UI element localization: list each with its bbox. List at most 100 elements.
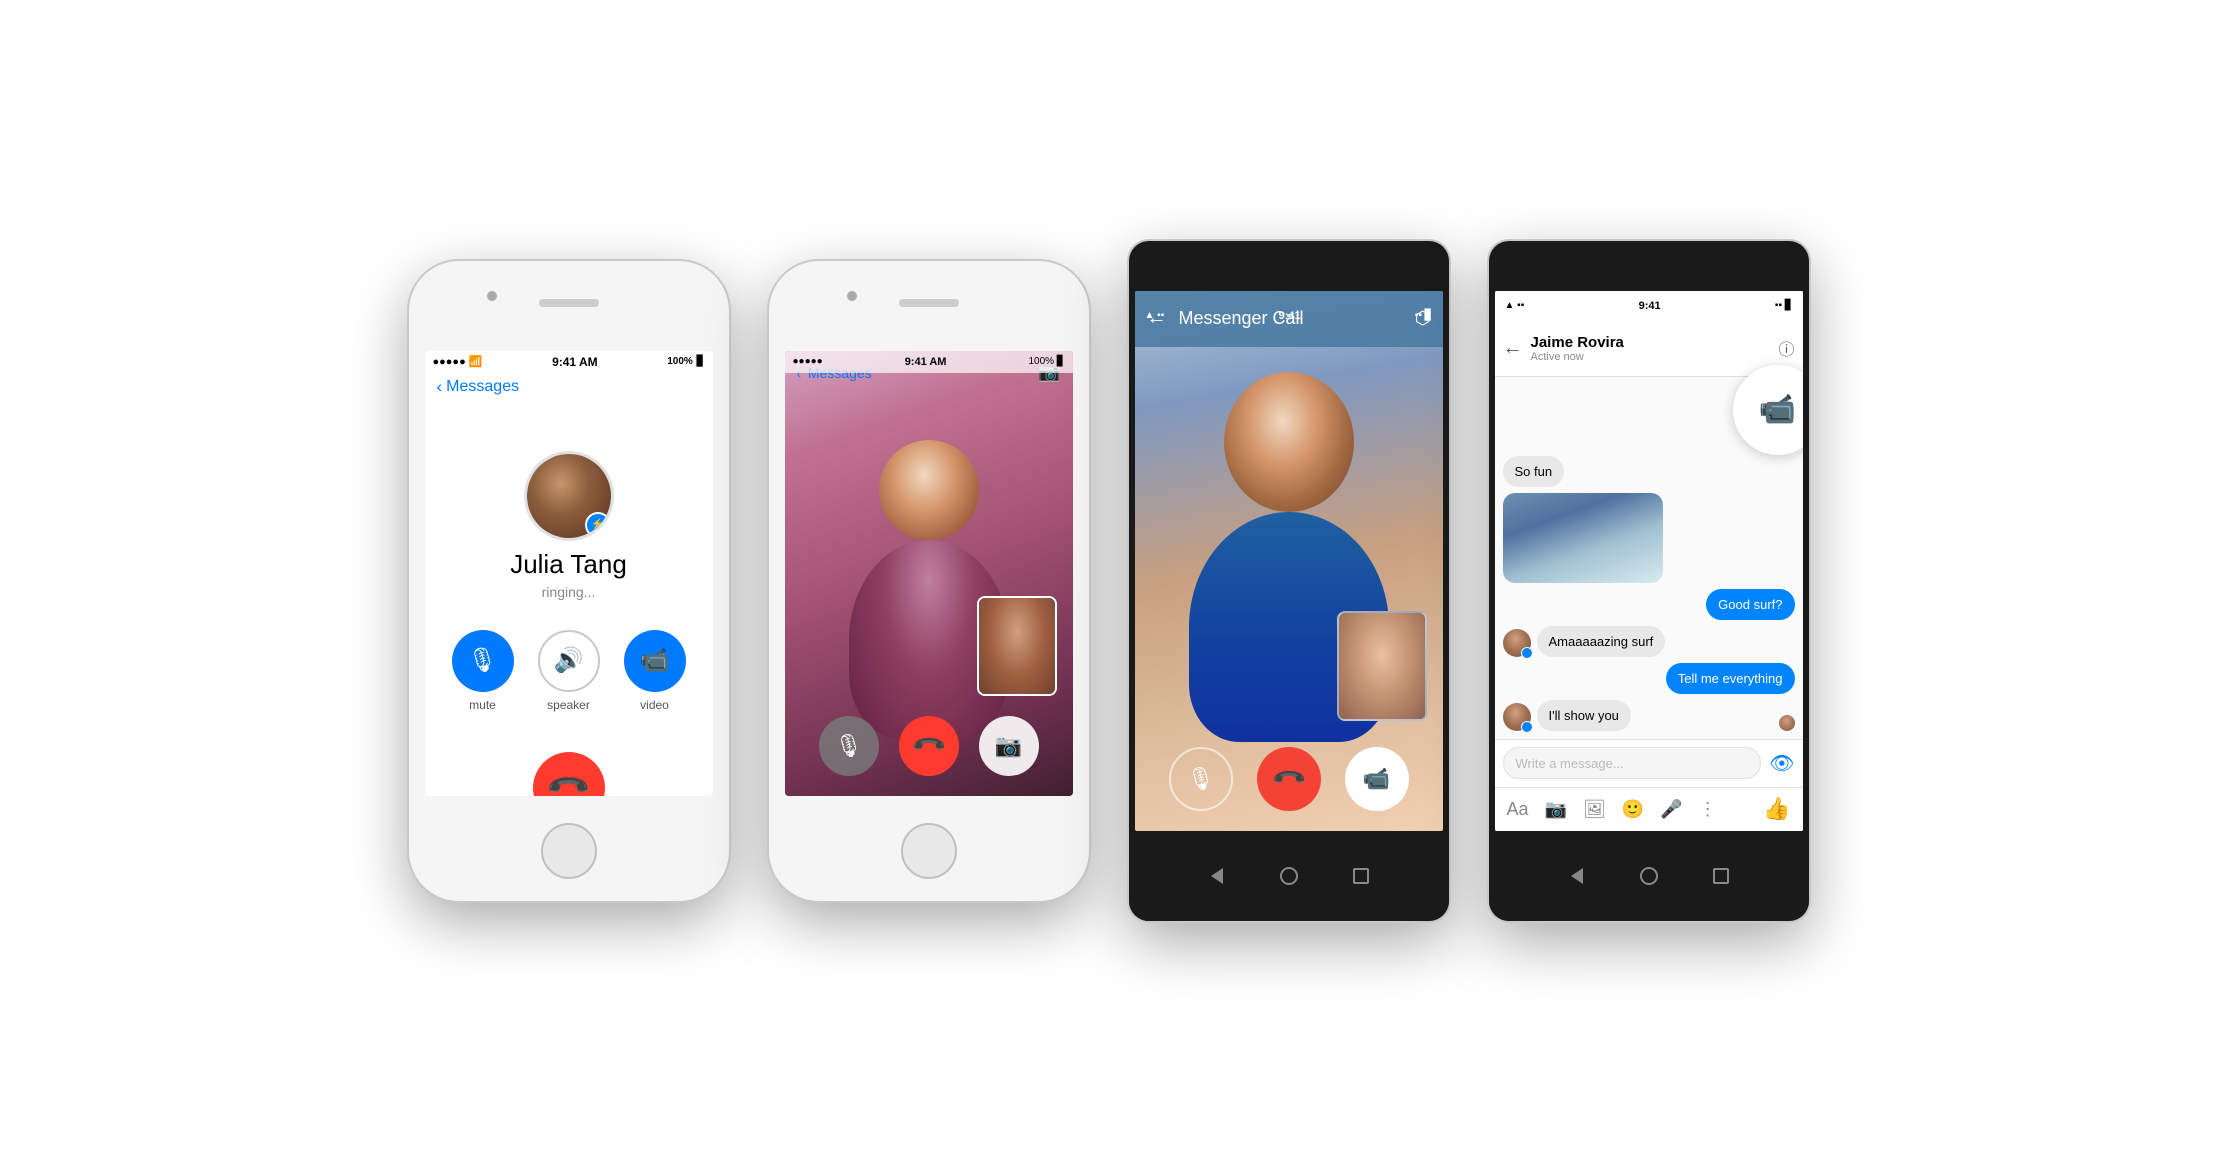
more-toolbar-icon-4[interactable]: ⋮ xyxy=(1699,799,1717,820)
recent-square-icon-4 xyxy=(1713,868,1729,884)
messenger-badge-avatar-2 xyxy=(1521,721,1533,733)
message-amazing-surf: Amaaaaazing surf xyxy=(1503,626,1795,657)
mute-button-3[interactable]: 🎙 xyxy=(1169,747,1233,811)
mic-toolbar-icon-4[interactable]: 🎤 xyxy=(1660,799,1682,820)
self-video-pip-3 xyxy=(1337,611,1427,721)
signal-3: ▲ ▪▪ xyxy=(1145,310,1165,321)
bubble-tell-me-everything: Tell me everything xyxy=(1666,663,1795,694)
message-tell-me: Tell me everything xyxy=(1503,663,1795,694)
chat-header-4: ← Jaime Rovira Active now ⓘ 📹 xyxy=(1495,321,1803,377)
sender-avatar-amazing xyxy=(1503,629,1531,657)
battery-1: 100% ▊ xyxy=(667,356,704,367)
mute-wrap-1[interactable]: 🎙 mute xyxy=(452,630,514,712)
home-nav-3[interactable] xyxy=(1278,865,1300,887)
emoji-send-icon-4[interactable]: 👁 xyxy=(1769,751,1794,776)
speaker-label-1: speaker xyxy=(547,698,590,712)
home-circle-icon-4 xyxy=(1640,867,1658,885)
end-call-button-3[interactable]: 📞 xyxy=(1257,747,1321,811)
mute-button-2[interactable]: 🎙 xyxy=(819,716,879,776)
phone-4-screen: ▲ ▪▪ 9:41 ▪▪ ▊ ← Jaime Rovira Active now… xyxy=(1495,291,1803,831)
mic-mute-icon-2: 🎙 xyxy=(835,733,863,759)
phone-end-icon-3: 📞 xyxy=(1270,760,1308,798)
recent-nav-4[interactable] xyxy=(1710,865,1732,887)
back-nav-4[interactable] xyxy=(1566,865,1588,887)
time-1: 9:41 AM xyxy=(552,355,598,369)
messenger-badge-1: ⚡ xyxy=(585,512,611,538)
message-1: So fun xyxy=(1503,456,1795,487)
end-call-button-1[interactable]: 📞 xyxy=(518,737,620,796)
header-icons-4: ⓘ xyxy=(1778,336,1794,360)
end-call-button-2[interactable]: 📞 xyxy=(899,716,959,776)
thumbs-up-icon-4[interactable]: 👍 xyxy=(1763,796,1790,822)
phone-2-iphone-video: ‹ Messages 📷 ●●●●● 9:41 AM 100% ▊ 🎙 xyxy=(769,261,1089,901)
camera-button-3[interactable]: 📹 xyxy=(1345,747,1409,811)
phone-4-android-chat: ▲ ▪▪ 9:41 ▪▪ ▊ ← Jaime Rovira Active now… xyxy=(1489,241,1809,921)
mute-button-1[interactable]: 🎙 xyxy=(452,630,514,692)
self-video-feed-3 xyxy=(1339,613,1425,719)
gallery-toolbar-icon-4[interactable]: 🖼 xyxy=(1583,799,1606,820)
contact-status-4: Active now xyxy=(1531,351,1771,363)
back-nav-3[interactable] xyxy=(1206,865,1228,887)
video-cam-icon-4: 📹 xyxy=(1759,392,1796,427)
speaker-icon-1: 🔊 xyxy=(554,646,584,675)
messenger-logo-1: ⚡ xyxy=(591,519,603,530)
sender-avatar-show xyxy=(1503,703,1531,731)
back-button-1[interactable]: ‹ Messages xyxy=(437,377,520,397)
status-bar-1: ●●●●● 📶 9:41 AM 100% ▊ xyxy=(425,351,713,373)
home-nav-4[interactable] xyxy=(1638,865,1660,887)
message-input-4[interactable]: Write a message... xyxy=(1503,747,1762,779)
battery-text-1: 100% xyxy=(667,356,693,367)
back-triangle-icon-4 xyxy=(1571,868,1583,884)
battery-icon-1: ▊ xyxy=(697,356,705,367)
video-wrap-1[interactable]: 📹 video xyxy=(624,630,686,712)
photo-bubble xyxy=(1503,493,1663,583)
video-cam-icon-2: 📷 xyxy=(995,733,1022,759)
nav-bar-1: ‹ Messages xyxy=(425,373,713,401)
call-status-1: ringing... xyxy=(542,584,596,600)
call-screen-1: ⚡ Julia Tang ringing... 🎙 mute 🔊 speake xyxy=(425,401,713,796)
self-video-feed-2 xyxy=(979,598,1055,694)
caller-face-2 xyxy=(879,440,979,540)
phone-1-iphone-incoming: ●●●●● 📶 9:41 AM 100% ▊ ‹ Messages ⚡ Juli… xyxy=(409,261,729,901)
chevron-left-icon-1: ‹ xyxy=(437,377,443,397)
camera-toolbar-icon-4[interactable]: 📷 xyxy=(1545,799,1567,820)
camera-button-2[interactable]: 📷 xyxy=(979,716,1039,776)
mic-icon-3: 🎙 xyxy=(1187,766,1215,792)
end-call-wrap-1[interactable]: 📞 xyxy=(533,752,605,796)
signal-4: ▲ ▪▪ xyxy=(1505,300,1525,311)
message-show-you: I'll show you xyxy=(1503,700,1795,731)
message-good-surf: Good surf? xyxy=(1503,589,1795,620)
back-triangle-icon-3 xyxy=(1211,868,1223,884)
mute-label-1: mute xyxy=(469,698,496,712)
front-camera-2 xyxy=(847,291,857,301)
message-photo xyxy=(1503,493,1795,583)
phone-end-icon-2: 📞 xyxy=(910,727,948,765)
emoji-toolbar-icon-4[interactable]: 🙂 xyxy=(1622,799,1644,820)
status-bar-4: ▲ ▪▪ 9:41 ▪▪ ▊ xyxy=(1495,291,1803,321)
back-button-4[interactable]: ← xyxy=(1503,337,1523,360)
bubble-good-surf: Good surf? xyxy=(1706,589,1794,620)
recent-square-icon-3 xyxy=(1353,868,1369,884)
recent-nav-3[interactable] xyxy=(1350,865,1372,887)
phone-2-screen: ‹ Messages 📷 ●●●●● 9:41 AM 100% ▊ 🎙 xyxy=(785,351,1073,796)
video-cam-icon-3: 📹 xyxy=(1363,766,1390,792)
contact-avatar-1: ⚡ xyxy=(524,451,614,541)
info-icon-4[interactable]: ⓘ xyxy=(1778,336,1794,360)
nav-bar-4 xyxy=(1489,831,1809,921)
speaker-button-1[interactable]: 🔊 xyxy=(538,630,600,692)
call-controls-1: 🎙 mute 🔊 speaker 📹 video xyxy=(452,630,686,712)
phone-end-icon-1: 📞 xyxy=(545,764,593,796)
video-call-screen-3: ← Messenger Call ⬡ ▲ ▪▪ 9:41 ▪▪ ▊ 🎙 � xyxy=(1135,291,1443,831)
contact-info-4: Jaime Rovira Active now xyxy=(1531,334,1771,363)
time-3: 9:41 xyxy=(1279,310,1301,322)
signal-2: ●●●●● xyxy=(793,356,823,367)
contact-name-1: Julia Tang xyxy=(510,549,627,580)
video-call-screen-2: ‹ Messages 📷 ●●●●● 9:41 AM 100% ▊ 🎙 xyxy=(785,351,1073,796)
speaker-wrap-1[interactable]: 🔊 speaker xyxy=(538,630,600,712)
aa-icon-4[interactable]: Aa xyxy=(1507,799,1529,820)
status-bar-2: ●●●●● 9:41 AM 100% ▊ xyxy=(785,351,1073,373)
video-button-1[interactable]: 📹 xyxy=(624,630,686,692)
phone-3-android-video: ← Messenger Call ⬡ ▲ ▪▪ 9:41 ▪▪ ▊ 🎙 � xyxy=(1129,241,1449,921)
back-label-1: Messages xyxy=(446,378,519,396)
status-bar-3: ▲ ▪▪ 9:41 ▪▪ ▊ xyxy=(1135,291,1443,335)
